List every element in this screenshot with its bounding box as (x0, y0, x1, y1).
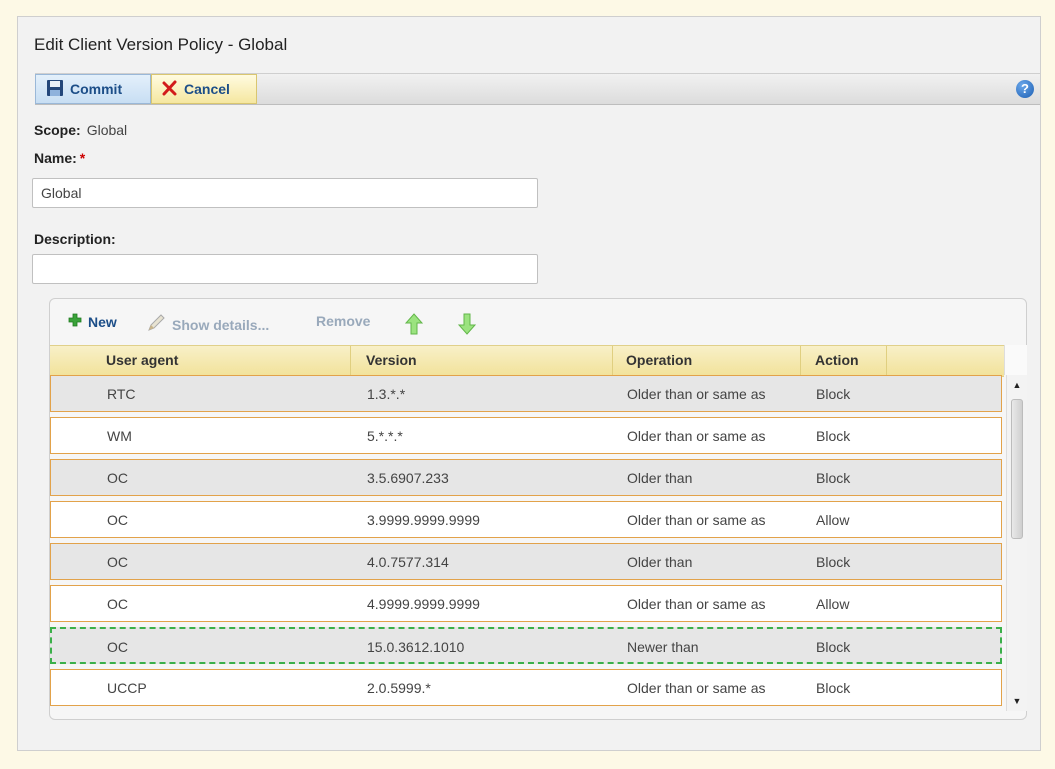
remove-button[interactable]: Remove (316, 313, 370, 329)
cell-version: 4.0.7577.314 (367, 554, 449, 570)
cell-action: Block (816, 680, 851, 696)
cell-version: 1.3.*.* (367, 386, 406, 402)
cell-operation: Older than or same as (627, 428, 766, 444)
cell-version: 4.9999.9999.9999 (367, 596, 480, 612)
cell-user-agent: OC (107, 596, 128, 612)
column-header-version[interactable]: Version (366, 352, 417, 368)
move-up-button[interactable] (404, 313, 424, 338)
cell-operation: Older than or same as (627, 680, 766, 696)
cell-action: Block (816, 470, 851, 486)
cell-version: 3.5.6907.233 (367, 470, 449, 486)
cell-action: Block (816, 386, 851, 402)
cell-operation: Older than or same as (627, 512, 766, 528)
cell-action: Block (816, 639, 851, 655)
scope-label: Scope: (34, 122, 81, 138)
scroll-up-arrow-icon[interactable]: ▲ (1007, 375, 1027, 395)
cell-user-agent: OC (107, 470, 128, 486)
description-label: Description: (34, 231, 116, 247)
column-header-user-agent[interactable]: User agent (106, 352, 178, 368)
name-label-row: Name: * (34, 150, 85, 166)
grid-toolbar: New Show details... Remove (50, 299, 1026, 345)
cell-operation: Older than (627, 470, 693, 486)
save-icon (46, 79, 64, 100)
scroll-corner (1004, 345, 1027, 375)
table-row[interactable]: RTC 1.3.*.* Older than or same as Block (50, 375, 1002, 412)
column-divider (612, 346, 613, 376)
cell-version: 5.*.*.* (367, 428, 403, 444)
cell-operation: Newer than (627, 639, 699, 655)
commit-label: Commit (70, 81, 123, 97)
table-row[interactable]: UCCP 2.0.5999.* Older than or same as Bl… (50, 669, 1002, 706)
main-toolbar: Commit Cancel ? (35, 73, 1040, 105)
cell-action: Block (816, 428, 851, 444)
cancel-button[interactable]: Cancel (151, 74, 257, 104)
table-row[interactable]: WM 5.*.*.* Older than or same as Block (50, 417, 1002, 454)
new-button[interactable]: New (68, 313, 117, 330)
table-row[interactable]: OC 3.5.6907.233 Older than Block (50, 459, 1002, 496)
cell-user-agent: OC (107, 554, 128, 570)
arrow-down-icon (457, 313, 477, 338)
column-divider (800, 346, 801, 376)
scope-value: Global (86, 122, 128, 138)
column-header-operation[interactable]: Operation (626, 352, 692, 368)
cell-user-agent: UCCP (107, 680, 147, 696)
plus-icon (68, 313, 82, 330)
cell-version: 3.9999.9999.9999 (367, 512, 480, 528)
cell-version: 2.0.5999.* (367, 680, 431, 696)
scrollbar-thumb[interactable] (1011, 399, 1023, 539)
user-agent-grid: New Show details... Remove User agent Ve… (49, 298, 1027, 720)
pencil-icon (146, 313, 166, 336)
cell-action: Block (816, 554, 851, 570)
move-down-button[interactable] (457, 313, 477, 338)
commit-button[interactable]: Commit (35, 74, 151, 104)
cell-version: 15.0.3612.1010 (367, 639, 465, 655)
column-divider (350, 346, 351, 376)
cell-action: Allow (816, 512, 850, 528)
table-row[interactable]: OC 3.9999.9999.9999 Older than or same a… (50, 501, 1002, 538)
cell-operation: Older than or same as (627, 596, 766, 612)
cell-operation: Older than (627, 554, 693, 570)
cancel-label: Cancel (184, 81, 230, 97)
required-marker: * (79, 150, 86, 166)
dialog-frame: Edit Client Version Policy - Global Comm… (17, 16, 1041, 751)
help-icon[interactable]: ? (1016, 80, 1034, 98)
column-header-action[interactable]: Action (815, 352, 859, 368)
new-label: New (88, 313, 117, 330)
description-input[interactable] (32, 254, 538, 284)
remove-label: Remove (316, 313, 371, 329)
scroll-down-arrow-icon[interactable]: ▼ (1007, 691, 1027, 711)
dialog-title: Edit Client Version Policy - Global (34, 35, 288, 54)
column-divider (886, 346, 887, 376)
arrow-up-icon (404, 313, 424, 338)
vertical-scrollbar[interactable]: ▲ ▼ (1006, 375, 1027, 711)
table-row[interactable]: OC 4.9999.9999.9999 Older than or same a… (50, 585, 1002, 622)
scope-row: Scope: Global (34, 122, 127, 138)
name-label: Name: (34, 150, 77, 166)
cell-user-agent: RTC (107, 386, 136, 402)
name-input[interactable] (32, 178, 538, 208)
cell-user-agent: OC (107, 512, 128, 528)
cell-user-agent: OC (107, 639, 128, 655)
cell-operation: Older than or same as (627, 386, 766, 402)
cell-user-agent: WM (107, 428, 132, 444)
close-icon (162, 80, 178, 99)
cell-action: Allow (816, 596, 850, 612)
table-row[interactable]: OC 4.0.7577.314 Older than Block (50, 543, 1002, 580)
table-row-drop-target[interactable]: OC 15.0.3612.1010 Newer than Block (50, 627, 1002, 664)
show-details-label: Show details... (172, 316, 270, 333)
table-header: User agent Version Operation Action (50, 345, 1004, 377)
show-details-button[interactable]: Show details... (146, 313, 269, 336)
